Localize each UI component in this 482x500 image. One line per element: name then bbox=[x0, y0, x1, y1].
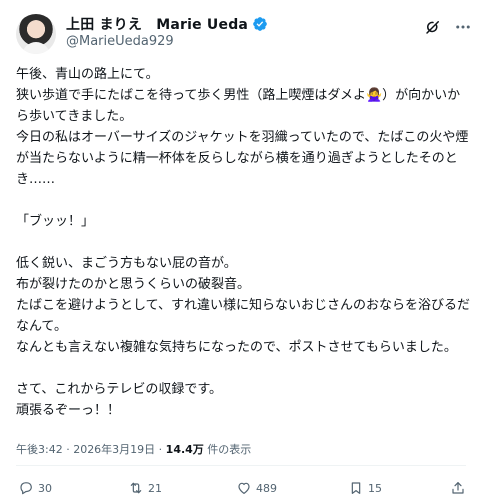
like-button[interactable]: 489 bbox=[236, 478, 277, 498]
heart-icon bbox=[238, 482, 250, 494]
tweet-line: なんとも言えない複雑な気持ちになったので、ポストさせてもらいました。 bbox=[16, 340, 457, 355]
tweet-line: 狭い歩道で手にたばこを待って歩く男性（路上喫煙はダメよ🙅‍♀️）が向かいから歩い… bbox=[16, 88, 461, 124]
tweet-line: さて、これからテレビの収録です。 bbox=[16, 382, 223, 397]
share-button[interactable] bbox=[450, 478, 466, 498]
tweet-text: 午後、青山の路上にて。 狭い歩道で手にたばこを待って歩く男性（路上喫煙はダメよ🙅… bbox=[16, 64, 470, 421]
repost-count: 21 bbox=[148, 481, 162, 495]
repost-icon bbox=[130, 482, 142, 494]
more-icon bbox=[456, 25, 470, 29]
bookmark-count: 15 bbox=[368, 481, 382, 495]
repost-button[interactable]: 21 bbox=[128, 478, 162, 498]
avatar[interactable] bbox=[16, 14, 56, 54]
tweet-line: たばこを避けようとして、すれ違い様に知らないおじさんのおならを浴びるだなんて。 bbox=[16, 298, 470, 334]
more-options-button[interactable] bbox=[452, 16, 474, 38]
views-count: 14.4万 bbox=[165, 443, 204, 456]
tweet-line: 午後、青山の路上にて。 bbox=[16, 67, 159, 82]
reply-count: 30 bbox=[38, 481, 52, 495]
tweet-line: 低く鋭い、まごう方もない屁の音が。 bbox=[16, 256, 237, 271]
grok-button[interactable] bbox=[422, 16, 444, 38]
bookmark-icon bbox=[351, 482, 361, 494]
tweet-line: 頑張るぞーっ！！ bbox=[16, 403, 121, 418]
verified-badge-icon bbox=[253, 17, 267, 31]
bookmark-button[interactable]: 15 bbox=[348, 478, 382, 498]
reply-icon bbox=[20, 482, 32, 495]
reply-button[interactable]: 30 bbox=[18, 478, 52, 498]
author-name-row[interactable]: 上田 まりえ Marie Ueda bbox=[66, 14, 268, 34]
share-icon bbox=[452, 482, 464, 494]
tweet-line: 布が裂けたのかと思うくらいの破裂音。 bbox=[16, 277, 251, 292]
like-count: 489 bbox=[256, 481, 277, 495]
author-display-name[interactable]: 上田 まりえ Marie Ueda bbox=[66, 14, 248, 34]
tweet-line: 「ブッッ！」 bbox=[16, 214, 95, 229]
action-bar: 30 21 489 15 bbox=[18, 478, 468, 498]
grok-icon bbox=[426, 21, 439, 34]
tweet-line: 今日の私はオーバーサイズのジャケットを羽織っていたので、たばこの火や煙が当たらな… bbox=[16, 130, 469, 187]
author-handle[interactable]: @MarieUeda929 bbox=[66, 34, 174, 49]
tweet-header: 上田 まりえ Marie Ueda @MarieUeda929 bbox=[0, 0, 482, 60]
tweet-meta: 午後3:42 · 2026年3月19日 · 14.4万 件の表示 bbox=[16, 441, 251, 457]
divider bbox=[16, 465, 466, 466]
timestamp[interactable]: 午後3:42 · 2026年3月19日 · bbox=[16, 443, 166, 456]
views-label: 件の表示 bbox=[203, 443, 252, 456]
